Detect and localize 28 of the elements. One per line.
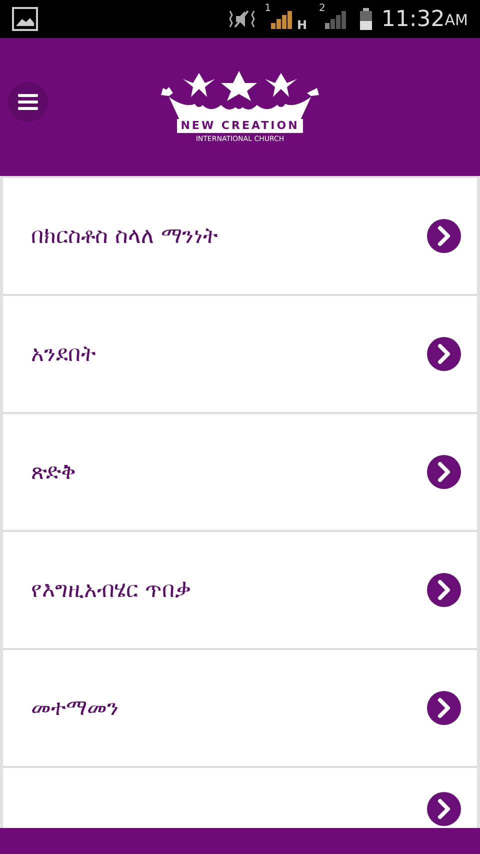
chevron-right-icon xyxy=(427,337,461,371)
item-label: አንደበት xyxy=(31,340,96,368)
menu-button[interactable] xyxy=(8,82,48,122)
chevron-right-icon xyxy=(427,691,461,725)
list-item[interactable]: የእግዚአብሄር ጥበቃ xyxy=(3,532,477,650)
logo-title: NEW CREATION xyxy=(176,118,304,132)
sim-label: 1 xyxy=(264,2,271,16)
item-label: በክርስቶስ ስላለ ማንነት xyxy=(31,222,218,250)
list-item[interactable]: መተማመን xyxy=(3,650,477,768)
image-icon xyxy=(12,7,38,31)
list-item[interactable]: በክርስቶስ ስላለ ማንነት xyxy=(3,178,477,296)
chevron-right-icon xyxy=(427,219,461,253)
item-label: መተማመን xyxy=(31,694,119,722)
sim-label: 2 xyxy=(319,2,326,16)
time: 11:32 xyxy=(381,6,445,34)
signal-icon xyxy=(325,9,348,29)
item-label: ጽድቅ xyxy=(31,458,76,486)
list-item[interactable]: ጽድቅ xyxy=(3,414,477,532)
list-item[interactable]: አንደበት xyxy=(3,296,477,414)
network-type: H xyxy=(296,17,308,34)
battery-icon xyxy=(359,7,374,31)
item-label: የእግዚአብሄር ጥበቃ xyxy=(31,576,191,604)
chevron-right-icon xyxy=(427,573,461,607)
menu-icon xyxy=(18,94,38,110)
am-pm: AM xyxy=(444,10,468,30)
chevron-right-icon xyxy=(427,455,461,489)
signal-icon xyxy=(270,9,293,29)
chevron-right-icon xyxy=(427,792,461,826)
